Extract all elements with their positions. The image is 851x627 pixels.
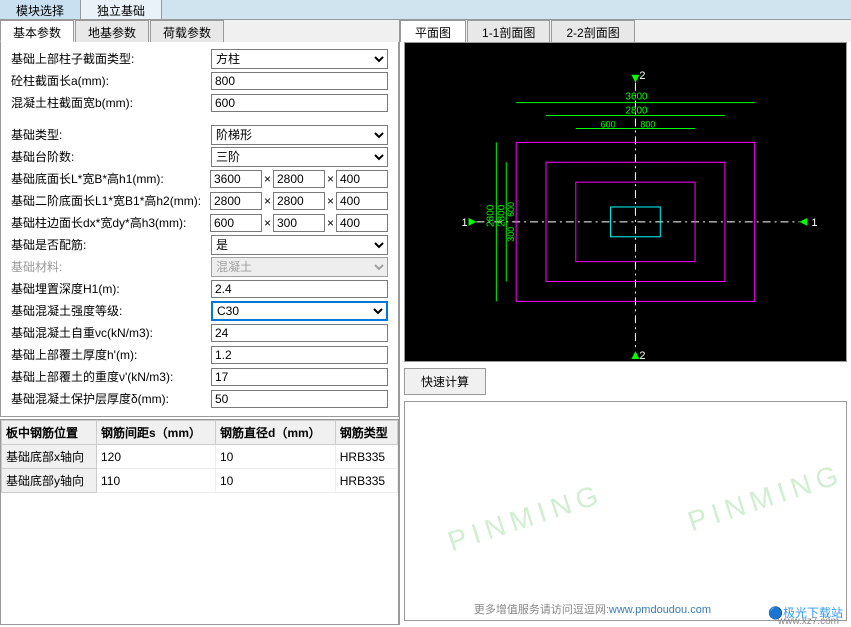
- viewtab-plan[interactable]: 平面图: [400, 20, 466, 42]
- label-selfweight: 基础混凝土自重νc(kN/m3):: [11, 324, 211, 341]
- label-soilw: 基础上部覆土的重度ν'(kN/m3):: [11, 368, 211, 385]
- th-pos: 板中钢筋位置: [2, 421, 97, 445]
- svg-text:1: 1: [462, 217, 468, 229]
- th-spacing: 钢筋间距s（mm）: [96, 421, 215, 445]
- label-coltype: 基础上部柱子截面类型:: [11, 50, 211, 67]
- input-h1[interactable]: [336, 170, 388, 188]
- input-colb[interactable]: [211, 94, 388, 112]
- svg-text:1: 1: [811, 217, 817, 229]
- input-B1[interactable]: [273, 192, 325, 210]
- svg-text:3600: 3600: [626, 92, 649, 103]
- footer-link[interactable]: 更多增值服务请访问逗逗网:www.pmdoudou.com: [474, 601, 711, 617]
- subtab-ground[interactable]: 地基参数: [75, 20, 149, 42]
- label-soilh: 基础上部覆土厚度h'(m):: [11, 346, 211, 363]
- input-B[interactable]: [273, 170, 325, 188]
- svg-text:600: 600: [601, 119, 616, 129]
- rebar-table: 板中钢筋位置 钢筋间距s（mm） 钢筋直径d（mm） 钢筋类型 基础底部x轴向 …: [0, 419, 399, 625]
- select-steps[interactable]: 三阶: [211, 147, 388, 167]
- label-coledge: 基础柱边面长dx*宽dy*高h3(mm):: [11, 214, 210, 231]
- label-hasrebar: 基础是否配筋:: [11, 236, 211, 253]
- viewtab-sec1[interactable]: 1-1剖面图: [467, 20, 550, 42]
- select-hasrebar[interactable]: 是: [211, 235, 388, 255]
- th-dia: 钢筋直径d（mm）: [216, 421, 336, 445]
- mult-icon: ×: [325, 216, 336, 230]
- input-cola[interactable]: [211, 72, 388, 90]
- label-bottom: 基础底面长L*宽B*高h1(mm):: [11, 170, 210, 187]
- mult-icon: ×: [262, 194, 273, 208]
- svg-text:2800: 2800: [626, 106, 649, 117]
- svg-text:2800: 2800: [485, 204, 496, 227]
- mult-icon: ×: [325, 172, 336, 186]
- select-foundtype[interactable]: 阶梯形: [211, 125, 388, 145]
- viewtab-sec2[interactable]: 2-2剖面图: [551, 20, 634, 42]
- watermark: PINMING: [684, 458, 847, 538]
- select-material: 混凝土: [211, 257, 388, 277]
- mult-icon: ×: [325, 194, 336, 208]
- input-soilw[interactable]: [211, 368, 388, 386]
- input-cover[interactable]: [211, 390, 388, 408]
- mult-icon: ×: [262, 216, 273, 230]
- svg-text:800: 800: [640, 119, 655, 129]
- select-coltype[interactable]: 方柱: [211, 49, 388, 69]
- subtab-basic[interactable]: 基本参数: [0, 20, 74, 42]
- input-depth[interactable]: [211, 280, 388, 298]
- site-url: www.xz7.com: [778, 616, 839, 627]
- label-steps: 基础台阶数:: [11, 148, 211, 165]
- table-row[interactable]: 基础底部y轴向 110 10 HRB335: [2, 469, 398, 493]
- mult-icon: ×: [262, 172, 273, 186]
- svg-text:600: 600: [506, 202, 516, 217]
- input-h2[interactable]: [336, 192, 388, 210]
- label-foundtype: 基础类型:: [11, 126, 211, 143]
- input-L1[interactable]: [210, 192, 262, 210]
- top-tab-foundation[interactable]: 独立基础: [81, 0, 162, 19]
- params-panel: 基础上部柱子截面类型: 方柱 砼柱截面长a(mm): 混凝土柱截面宽b(mm):…: [0, 42, 399, 417]
- label-colb: 混凝土柱截面宽b(mm):: [11, 94, 211, 111]
- svg-text:2: 2: [639, 350, 645, 361]
- output-area: PINMING PINMING: [404, 401, 847, 621]
- drawing-canvas[interactable]: 3600 2800 600 800 2800 2800 600 300 1 1 …: [404, 42, 847, 362]
- label-concrete: 基础混凝土强度等级:: [11, 302, 211, 319]
- quick-calc-button[interactable]: 快速计算: [404, 368, 486, 395]
- th-type: 钢筋类型: [335, 421, 397, 445]
- input-dx[interactable]: [210, 214, 262, 232]
- subtab-load[interactable]: 荷载参数: [150, 20, 224, 42]
- label-cover: 基础混凝土保护层厚度δ(mm):: [11, 390, 211, 407]
- input-soilh[interactable]: [211, 346, 388, 364]
- watermark: PINMING: [444, 478, 608, 558]
- label-cola: 砼柱截面长a(mm):: [11, 72, 211, 89]
- select-concrete[interactable]: C30: [211, 301, 388, 321]
- input-selfweight[interactable]: [211, 324, 388, 342]
- input-L[interactable]: [210, 170, 262, 188]
- input-dy[interactable]: [273, 214, 325, 232]
- label-step2: 基础二阶底面长L1*宽B1*高h2(mm):: [11, 192, 210, 209]
- svg-text:300: 300: [506, 227, 516, 242]
- top-tab-module[interactable]: 模块选择: [0, 0, 81, 19]
- label-material: 基础材料:: [11, 258, 211, 275]
- table-row[interactable]: 基础底部x轴向 120 10 HRB335: [2, 445, 398, 469]
- label-depth: 基础埋置深度H1(m):: [11, 280, 211, 297]
- input-h3[interactable]: [336, 214, 388, 232]
- svg-text:2: 2: [639, 70, 645, 82]
